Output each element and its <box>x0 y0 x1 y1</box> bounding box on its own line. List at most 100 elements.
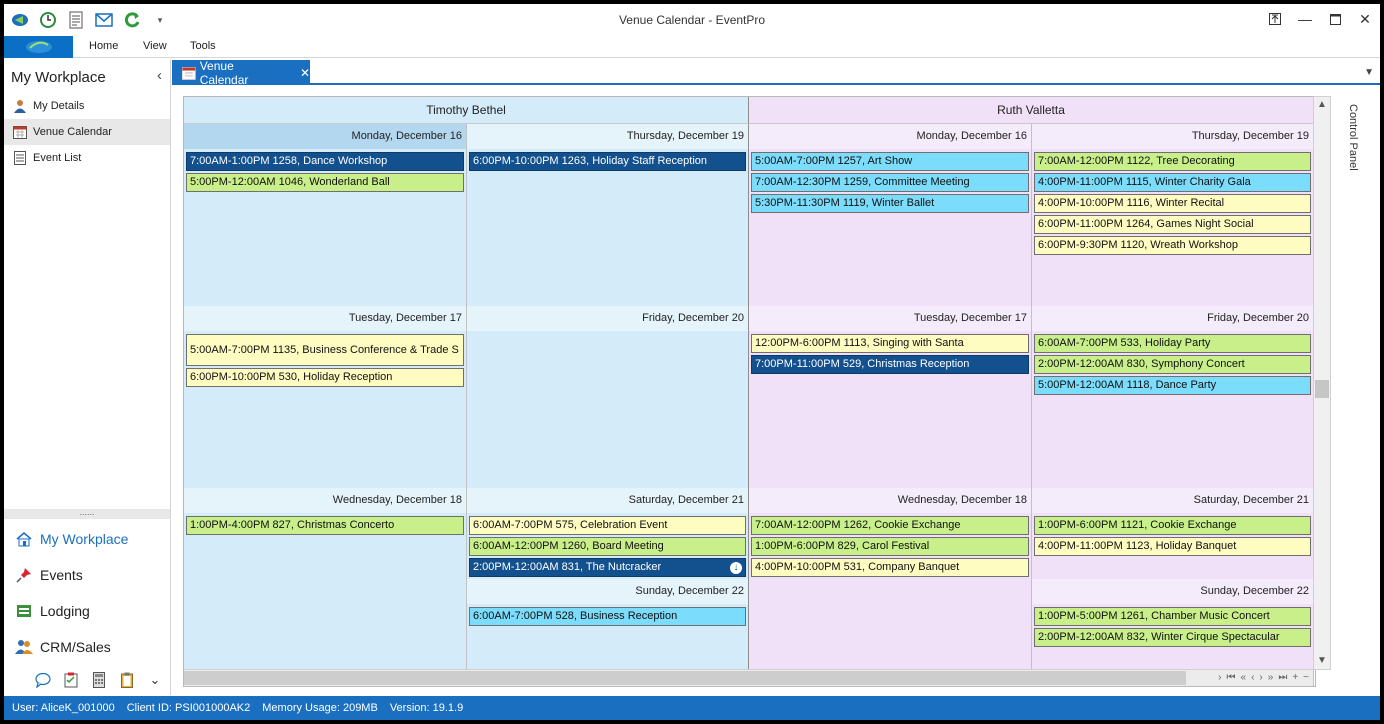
chevron-down-icon[interactable]: ⌄ <box>146 671 164 689</box>
day-cell-rv-fri[interactable]: Friday, December 20 6:00AM-7:00PM 533, H… <box>1032 306 1314 488</box>
close-icon[interactable]: ✕ <box>1350 4 1380 34</box>
zoom-in-icon[interactable]: + <box>1292 670 1298 686</box>
day-header: Saturday, December 21 <box>1032 488 1313 513</box>
event-item[interactable]: 5:00AM-7:00PM 1135, Business Conference … <box>186 334 464 366</box>
horizontal-scrollbar[interactable]: › ⏮ « ‹ › » ⏭ + − <box>184 669 1313 686</box>
next-icon[interactable]: › <box>1218 670 1221 686</box>
day-cell-rv-wed[interactable]: Wednesday, December 18 7:00AM-12:00PM 12… <box>749 488 1032 686</box>
event-item[interactable]: 7:00AM-12:00PM 1262, Cookie Exchange <box>751 516 1029 535</box>
sidebar-splitter[interactable]: ...... <box>4 508 170 519</box>
scroll-thumb[interactable] <box>184 671 1186 685</box>
sidebar-item-label: Venue Calendar <box>33 126 112 138</box>
day-header: Tuesday, December 17 <box>184 306 466 331</box>
event-item[interactable]: 6:00PM-9:30PM 1120, Wreath Workshop <box>1034 236 1311 255</box>
resource-header-timothy-bethel: Timothy Bethel <box>184 97 749 124</box>
clipboard-icon[interactable] <box>118 671 136 689</box>
event-item[interactable]: 1:00PM-4:00PM 827, Christmas Concerto <box>186 516 464 535</box>
sidebar-item-event-list[interactable]: Event List <box>4 145 170 171</box>
scroll-thumb[interactable] <box>1315 380 1329 398</box>
nav-crm-sales[interactable]: CRM/Sales <box>4 631 170 663</box>
tab-view[interactable]: View <box>143 40 167 52</box>
event-item[interactable]: 6:00AM-12:00PM 1260, Board Meeting <box>469 537 746 556</box>
event-item[interactable]: 5:30PM-11:30PM 1119, Winter Ballet <box>751 194 1029 213</box>
previous-page-icon[interactable]: « <box>1241 670 1247 686</box>
event-item[interactable]: 6:00AM-7:00PM 533, Holiday Party <box>1034 334 1311 353</box>
vertical-scrollbar[interactable]: ▲ ▼ <box>1313 96 1331 670</box>
day-cell-tb-fri[interactable]: Friday, December 20 <box>467 306 749 488</box>
day-header: Saturday, December 21 <box>467 488 748 513</box>
nav-my-workplace[interactable]: My Workplace <box>4 523 170 555</box>
event-item[interactable]: 5:00PM-12:00AM 1118, Dance Party <box>1034 376 1311 395</box>
event-item[interactable]: 7:00AM-12:00PM 1122, Tree Decorating <box>1034 152 1311 171</box>
resource-header-ruth-valletta: Ruth Valletta <box>749 97 1314 124</box>
sidebar-title: My Workplace <box>11 69 106 86</box>
event-item[interactable]: 7:00AM-12:30PM 1259, Committee Meeting <box>751 173 1029 192</box>
nav-lodging[interactable]: Lodging <box>4 595 170 627</box>
event-item[interactable]: 6:00PM-10:00PM 530, Holiday Reception <box>186 368 464 387</box>
event-item[interactable]: 5:00AM-7:00PM 1257, Art Show <box>751 152 1029 171</box>
pin-icon <box>15 566 33 584</box>
day-cell-tb-mon[interactable]: Monday, December 16 7:00AM-1:00PM 1258, … <box>184 124 467 306</box>
next-item-icon[interactable]: › <box>1259 670 1262 686</box>
minimize-icon[interactable]: — <box>1290 4 1320 34</box>
event-item[interactable]: 6:00AM-7:00PM 528, Business Reception <box>469 607 746 626</box>
chat-icon[interactable] <box>34 671 52 689</box>
tab-home[interactable]: Home <box>89 40 118 52</box>
day-cell-tb-sat[interactable]: Saturday, December 21 6:00AM-7:00PM 575,… <box>467 488 749 579</box>
event-item[interactable]: 12:00PM-6:00PM 1113, Singing with Santa <box>751 334 1029 353</box>
checklist-icon[interactable] <box>62 671 80 689</box>
event-item[interactable]: 6:00PM-10:00PM 1263, Holiday Staff Recep… <box>469 152 746 171</box>
sidebar-item-my-details[interactable]: My Details <box>4 93 170 119</box>
calculator-icon[interactable] <box>90 671 108 689</box>
day-cell-tb-thu[interactable]: Thursday, December 19 6:00PM-10:00PM 126… <box>467 124 749 306</box>
event-item[interactable]: 2:00PM-12:00AM 830, Symphony Concert <box>1034 355 1311 374</box>
event-item[interactable]: 1:00PM-6:00PM 1121, Cookie Exchange <box>1034 516 1311 535</box>
next-page-icon[interactable]: » <box>1268 670 1274 686</box>
event-item[interactable]: 2:00PM-12:00AM 831, The Nutcracker ↓ <box>469 558 746 577</box>
maximize-icon[interactable] <box>1320 4 1350 34</box>
day-cell-rv-mon[interactable]: Monday, December 16 5:00AM-7:00PM 1257, … <box>749 124 1032 306</box>
day-header: Wednesday, December 18 <box>749 488 1031 513</box>
scroll-up-icon[interactable]: ▲ <box>1314 97 1330 113</box>
sidebar-item-label: Event List <box>33 152 82 164</box>
previous-icon[interactable]: ‹ <box>1251 670 1254 686</box>
day-header: Thursday, December 19 <box>467 124 748 149</box>
day-cell-rv-thu[interactable]: Thursday, December 19 7:00AM-12:00PM 112… <box>1032 124 1314 306</box>
control-panel-tab[interactable]: Control Panel <box>1335 100 1373 220</box>
nav-events[interactable]: Events <box>4 559 170 591</box>
app-menu-button[interactable] <box>4 36 73 58</box>
close-tab-icon[interactable]: ✕ <box>300 66 310 80</box>
ribbon-tabs: Home View Tools <box>4 36 1380 58</box>
status-version: Version: 19.1.9 <box>389 702 464 714</box>
date-navigator: › ⏮ « ‹ › » ⏭ + − <box>1218 670 1309 686</box>
day-cell-tb-tue[interactable]: Tuesday, December 17 5:00AM-7:00PM 1135,… <box>184 306 467 488</box>
sidebar-item-venue-calendar[interactable]: Venue Calendar <box>4 119 170 145</box>
day-cell-rv-tue[interactable]: Tuesday, December 17 12:00PM-6:00PM 1113… <box>749 306 1032 488</box>
event-item[interactable]: 6:00PM-11:00PM 1264, Games Night Social <box>1034 215 1311 234</box>
event-item[interactable]: 1:00PM-6:00PM 829, Carol Festival <box>751 537 1029 556</box>
day-cell-tb-wed[interactable]: Wednesday, December 18 1:00PM-4:00PM 827… <box>184 488 467 686</box>
tab-tools[interactable]: Tools <box>190 40 216 52</box>
first-icon[interactable]: ⏮ <box>1227 670 1236 686</box>
scroll-down-icon[interactable]: ▼ <box>1314 653 1330 669</box>
event-item[interactable]: 2:00PM-12:00AM 832, Winter Cirque Specta… <box>1034 628 1311 647</box>
status-memory: Memory Usage: 209MB <box>262 702 378 714</box>
collapse-sidebar-icon[interactable]: ‹ <box>157 67 162 84</box>
zoom-out-icon[interactable]: − <box>1303 670 1309 686</box>
event-item[interactable]: 4:00PM-10:00PM 531, Company Banquet <box>751 558 1029 577</box>
event-item[interactable]: 6:00AM-7:00PM 575, Celebration Event <box>469 516 746 535</box>
event-item[interactable]: 4:00PM-11:00PM 1115, Winter Charity Gala <box>1034 173 1311 192</box>
pin-window-icon[interactable] <box>1260 4 1290 34</box>
event-item[interactable]: 4:00PM-11:00PM 1123, Holiday Banquet <box>1034 537 1311 556</box>
event-item[interactable]: 5:00PM-12:00AM 1046, Wonderland Ball <box>186 173 464 192</box>
event-item[interactable]: 7:00AM-1:00PM 1258, Dance Workshop <box>186 152 464 171</box>
last-icon[interactable]: ⏭ <box>1278 670 1287 686</box>
day-cell-rv-sat[interactable]: Saturday, December 21 1:00PM-6:00PM 1121… <box>1032 488 1314 579</box>
event-item[interactable]: 7:00PM-11:00PM 529, Christmas Reception <box>751 355 1029 374</box>
more-events-icon[interactable]: ↓ <box>729 561 743 575</box>
event-item[interactable]: 1:00PM-5:00PM 1261, Chamber Music Concer… <box>1034 607 1311 626</box>
window-title: Venue Calendar - EventPro <box>618 13 766 27</box>
tab-venue-calendar[interactable]: Venue Calendar ✕ <box>172 59 310 87</box>
event-item[interactable]: 4:00PM-10:00PM 1116, Winter Recital <box>1034 194 1311 213</box>
tabs-dropdown-icon[interactable]: ▼ <box>1364 67 1374 78</box>
